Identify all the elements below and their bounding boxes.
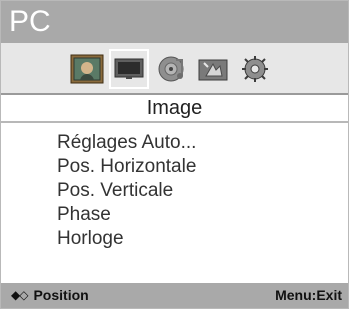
settings-icon [196, 54, 230, 84]
tab-settings[interactable] [193, 49, 233, 89]
footer-bar: ◆◇ Position Menu:Exit [1, 283, 348, 308]
menu-item-phase[interactable]: Phase [57, 203, 196, 227]
exit-label: Menu:Exit [275, 287, 342, 303]
gear-icon [238, 54, 272, 84]
icon-bar [1, 43, 348, 95]
menu-item-pos-horizontale[interactable]: Pos. Horizontale [57, 155, 196, 179]
tab-gear[interactable] [235, 49, 275, 89]
menu-item-horloge[interactable]: Horloge [57, 227, 196, 251]
navigation-hint: ◆◇ Position [11, 287, 89, 303]
tab-audio[interactable] [151, 49, 191, 89]
audio-icon [154, 54, 188, 84]
position-label: Position [33, 287, 89, 303]
menu-item-reglages-auto[interactable]: Réglages Auto... [57, 131, 196, 155]
tab-screen[interactable] [109, 49, 149, 89]
page-title: PC [9, 5, 51, 38]
menu-item-pos-verticale[interactable]: Pos. Verticale [57, 179, 196, 203]
picture-icon [70, 54, 104, 84]
nav-arrows-icon: ◆◇ [11, 288, 28, 302]
tab-picture[interactable] [67, 49, 107, 89]
screen-icon [114, 57, 144, 81]
menu-list: Réglages Auto... Pos. Horizontale Pos. V… [57, 131, 196, 251]
title-bar: PC [1, 1, 348, 43]
osd-panel: PC Image Réglages Auto... Pos. Horizonta… [0, 0, 349, 309]
section-header: Image [1, 95, 348, 123]
